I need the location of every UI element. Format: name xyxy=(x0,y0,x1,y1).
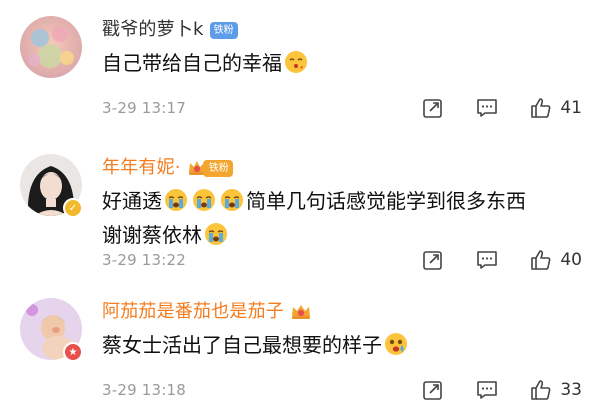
avatar[interactable]: ✓ xyxy=(20,154,83,218)
comment-item: 戳爷的萝卜k 铁粉 自己带给自己的幸福 3-29 13:17 41 xyxy=(0,0,600,136)
thumbs-up-icon xyxy=(531,98,551,118)
like-button[interactable]: 41 xyxy=(530,97,582,119)
like-count: 41 xyxy=(560,98,582,118)
reply-button[interactable] xyxy=(476,249,498,271)
comment-footer: 3-29 13:18 33 xyxy=(102,378,582,402)
official-badge-icon: ★ xyxy=(63,342,83,362)
comment-text: 好通透 简单几句话感觉能学到很多东西 谢谢蔡依林 xyxy=(102,184,582,252)
avatar[interactable] xyxy=(20,16,82,78)
like-button[interactable]: 40 xyxy=(530,249,582,271)
share-icon xyxy=(423,251,443,270)
blowing-kiss-emoji-icon xyxy=(285,51,307,73)
share-button[interactable] xyxy=(422,97,444,119)
comment-text-segment: 自己带给自己的幸福 xyxy=(102,51,282,75)
share-button[interactable] xyxy=(422,249,444,271)
comment-icon xyxy=(477,381,498,399)
verified-badge-icon: ✓ xyxy=(63,198,83,218)
comment-text: 蔡女士活出了自己最想要的样子 xyxy=(102,328,582,362)
comment-footer: 3-29 13:17 41 xyxy=(102,96,582,120)
share-icon xyxy=(423,99,443,118)
comment-icon xyxy=(477,99,498,117)
like-button[interactable]: 33 xyxy=(530,379,582,401)
comment-icon xyxy=(477,251,498,269)
comment-text: 自己带给自己的幸福 xyxy=(102,46,582,80)
like-count: 33 xyxy=(560,380,582,400)
crying-face-emoji-icon xyxy=(385,333,407,355)
share-icon xyxy=(423,381,443,400)
comment-footer: 3-29 13:22 40 xyxy=(102,248,582,272)
fan-badge: 铁粉 xyxy=(209,21,238,39)
timestamp: 3-29 13:17 xyxy=(102,99,187,117)
comment-header: 戳爷的萝卜k 铁粉 xyxy=(102,18,238,42)
comment-actions: 40 xyxy=(390,248,582,272)
reply-button[interactable] xyxy=(476,379,498,401)
comment-text-segment: 蔡女士活出了自己最想要的样子 xyxy=(102,333,382,357)
reply-button[interactable] xyxy=(476,97,498,119)
comment-text-segment: 好通透 xyxy=(102,189,162,213)
share-button[interactable] xyxy=(422,379,444,401)
comment-text-segment: 简单几句话感觉能学到很多东西 xyxy=(246,189,526,213)
comment-actions: 41 xyxy=(390,96,582,120)
crying-emoji-icon xyxy=(193,189,215,211)
crown-icon xyxy=(292,305,310,319)
crown-fan-badge: 铁粉 xyxy=(187,158,233,178)
username[interactable]: 阿茄茄是番茄也是茄子 xyxy=(102,300,284,324)
thumbs-up-icon xyxy=(531,380,551,400)
comment-header: 阿茄茄是番茄也是茄子 xyxy=(102,300,312,324)
timestamp: 3-29 13:18 xyxy=(102,381,187,399)
avatar[interactable]: ★ xyxy=(20,298,83,362)
fan-badge: 铁粉 xyxy=(202,159,233,177)
comment-item: ★ 阿茄茄是番茄也是茄子 蔡女士活出了自己最想要的样子 3-29 13:18 3… xyxy=(0,282,600,418)
comment-text-segment: 谢谢蔡依林 xyxy=(102,223,202,247)
username[interactable]: 戳爷的萝卜k xyxy=(102,18,204,42)
comment-list: 戳爷的萝卜k 铁粉 自己带给自己的幸福 3-29 13:17 41 ✓ 年年有妮… xyxy=(0,0,600,411)
thumbs-up-icon xyxy=(531,250,551,270)
crying-emoji-icon xyxy=(165,189,187,211)
comment-item: ✓ 年年有妮· 铁粉 好通透 简单几句话感觉能学到很多东西 谢谢蔡依林 3-29… xyxy=(0,138,600,274)
comment-header: 年年有妮· 铁粉 xyxy=(102,156,233,180)
crying-emoji-icon xyxy=(205,223,227,245)
crying-emoji-icon xyxy=(221,189,243,211)
timestamp: 3-29 13:22 xyxy=(102,251,187,269)
comment-actions: 33 xyxy=(390,378,582,402)
crown-fan-badge xyxy=(290,302,312,322)
like-count: 40 xyxy=(560,250,582,270)
username[interactable]: 年年有妮· xyxy=(102,156,181,180)
